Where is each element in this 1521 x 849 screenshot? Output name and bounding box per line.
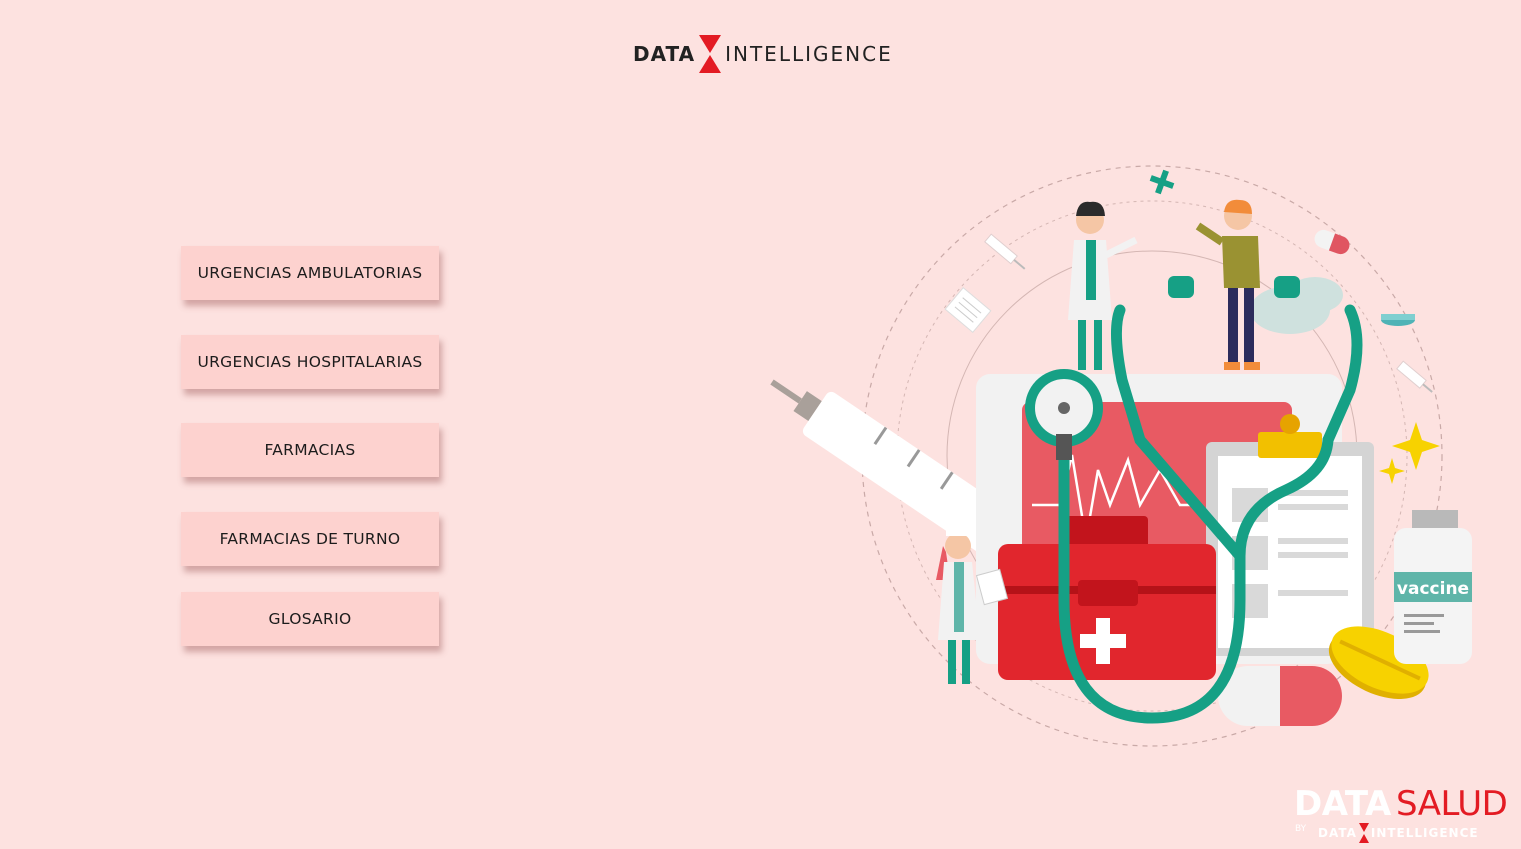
brand-by: BY bbox=[1295, 824, 1307, 834]
brand-word-salud: SALUD bbox=[1396, 784, 1508, 824]
datasalud-logo: DATA SALUD BY DATA INTELLIGENCE bbox=[1294, 784, 1516, 846]
brand-sub-word-data: DATA bbox=[1318, 826, 1357, 840]
hourglass-logo-icon bbox=[699, 35, 722, 73]
farmacias-button[interactable]: FARMACIAS bbox=[181, 423, 439, 477]
glosario-button[interactable]: GLOSARIO bbox=[181, 592, 439, 646]
capsule-icon bbox=[1314, 229, 1350, 255]
urgencias-ambulatorias-button[interactable]: URGENCIAS AMBULATORIAS bbox=[181, 246, 439, 300]
clipboard-clip bbox=[1258, 432, 1322, 458]
prescription-paper-icon bbox=[944, 287, 992, 333]
doctor-figure bbox=[1068, 201, 1138, 370]
brand-word-data: DATA bbox=[1294, 784, 1391, 824]
capsule-icon bbox=[1218, 666, 1342, 726]
sparkle-icon bbox=[1379, 422, 1440, 484]
data-intelligence-logo: DATA INTELLIGENCE bbox=[633, 33, 893, 75]
vaccine-label: vaccine bbox=[1397, 579, 1469, 599]
urgencias-hospitalarias-button[interactable]: URGENCIAS HOSPITALARIAS bbox=[181, 335, 439, 389]
cross-icon bbox=[1149, 169, 1175, 195]
small-syringe-icon bbox=[984, 233, 1026, 270]
small-syringe-icon bbox=[1396, 360, 1433, 393]
home-page: DATA INTELLIGENCE URGENCIAS AMBULATORIAS… bbox=[0, 0, 1521, 849]
logo-word-intelligence: INTELLIGENCE bbox=[725, 42, 893, 66]
farmacias-de-turno-button[interactable]: FARMACIAS DE TURNO bbox=[181, 512, 439, 566]
brand-sub-word-intelligence: INTELLIGENCE bbox=[1370, 826, 1479, 840]
medical-illustration: vaccine bbox=[770, 165, 1472, 747]
logo-word-data: DATA bbox=[633, 42, 696, 66]
hourglass-logo-icon bbox=[1358, 823, 1369, 843]
vaccine-bottle-icon: vaccine bbox=[1394, 510, 1472, 664]
patient-figure bbox=[1195, 199, 1260, 370]
brand-sub-logo: DATA INTELLIGENCE bbox=[1318, 822, 1479, 844]
